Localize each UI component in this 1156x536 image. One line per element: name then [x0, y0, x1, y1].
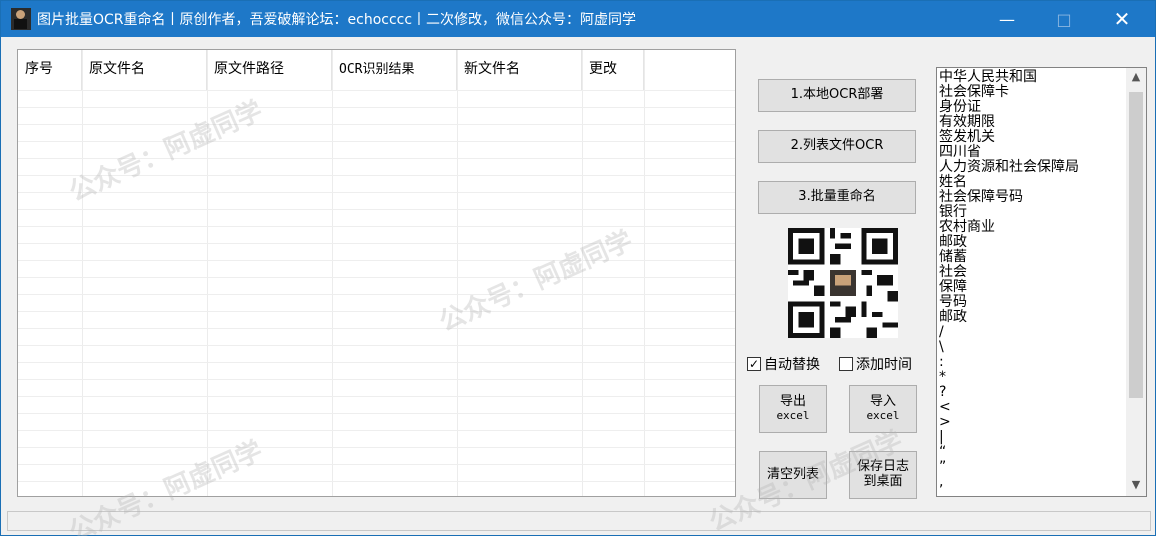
keyword-line: 人力资源和社会保障局	[939, 159, 1079, 175]
keyword-line: 保障	[939, 279, 967, 295]
scrollbar-thumb[interactable]	[1129, 92, 1143, 398]
column-new-name[interactable]: 新文件名	[457, 50, 582, 90]
grid-row-line	[18, 209, 735, 210]
keyword-line: |	[939, 429, 944, 445]
column-original-path[interactable]: 原文件路径	[207, 50, 332, 90]
app-avatar-icon	[11, 8, 31, 30]
title-bar: 图片批量OCR重命名丨原创作者，吾爱破解论坛：echocccc丨二次修改，微信公…	[1, 1, 1155, 37]
keyword-line: *	[939, 369, 946, 385]
grid-row-line	[18, 362, 735, 363]
keyword-line: :	[939, 354, 944, 370]
column-changed[interactable]: 更改	[582, 50, 644, 90]
keywords-textarea[interactable]: 中华人民共和国 社会保障卡 身份证 有效期限 签发机关 四川省 人力资源和社会保障局 姓名 社会…	[936, 67, 1147, 497]
auto-replace-checkbox[interactable]: ✓ 自动替换	[747, 354, 820, 374]
qr-code	[788, 228, 898, 338]
column-ocr-result[interactable]: OCR识别结果	[332, 50, 457, 90]
status-bar	[7, 511, 1151, 531]
grid-row-line	[18, 294, 735, 295]
keyword-line: ”	[939, 459, 947, 475]
keyword-line: “	[939, 444, 947, 460]
keyword-line: /	[939, 324, 944, 340]
keywords-content: 中华人民共和国 社会保障卡 身份证 有效期限 签发机关 四川省 人力资源和社会保障局 姓名 社会…	[939, 70, 1127, 490]
column-original-name[interactable]: 原文件名	[82, 50, 207, 90]
clear-list-button[interactable]: 清空列表	[759, 451, 827, 499]
grid-row-line	[18, 345, 735, 346]
import-label: 导入	[869, 394, 896, 410]
keyword-line: 号码	[939, 294, 967, 310]
keyword-line: <	[939, 399, 951, 415]
grid-row-line	[18, 379, 735, 380]
keyword-line: ,	[939, 474, 944, 490]
list-file-ocr-button[interactable]: 2.列表文件OCR	[758, 130, 916, 163]
add-time-label: 添加时间	[856, 357, 912, 373]
keyword-line: 有效期限	[939, 114, 995, 130]
import-sub-label: excel	[866, 409, 900, 423]
export-excel-button[interactable]: 导出 excel	[759, 385, 827, 433]
grid-row-line	[18, 464, 735, 465]
keyword-line: 银行	[939, 204, 967, 220]
grid-row-line	[18, 192, 735, 193]
app-window: 图片批量OCR重命名丨原创作者，吾爱破解论坛：echocccc丨二次修改，微信公…	[0, 0, 1156, 536]
keyword-line: 四川省	[939, 144, 981, 160]
grid-row-line	[18, 90, 735, 91]
grid-row-line	[18, 124, 735, 125]
keyword-line: 社会保障号码	[939, 189, 1023, 205]
minimize-button[interactable]: —	[984, 1, 1030, 37]
grid-row-line	[18, 481, 735, 482]
grid-row-line	[18, 447, 735, 448]
maximize-button[interactable]: □	[1041, 1, 1087, 37]
grid-row-line	[18, 107, 735, 108]
add-time-checkbox[interactable]: 添加时间	[839, 354, 912, 374]
keywords-scrollbar[interactable]: ▲ ▼	[1126, 68, 1146, 496]
keyword-line: 农村商业	[939, 219, 995, 235]
keyword-line: 邮政	[939, 309, 967, 325]
file-list-table[interactable]: 序号 原文件名 原文件路径 OCR识别结果 新文件名 更改	[17, 49, 736, 497]
scroll-down-icon[interactable]: ▼	[1126, 478, 1146, 496]
scroll-up-icon[interactable]: ▲	[1126, 70, 1146, 88]
keyword-line: 中华人民共和国	[939, 69, 1037, 85]
grid-row-line	[18, 260, 735, 261]
checkbox-checked-icon[interactable]: ✓	[747, 357, 761, 371]
grid-row-line	[18, 311, 735, 312]
export-label: 导出	[779, 394, 806, 410]
batch-rename-button[interactable]: 3.批量重命名	[758, 181, 916, 214]
grid-row-line	[18, 226, 735, 227]
keyword-line: \	[939, 339, 944, 355]
keyword-line: 社会保障卡	[939, 84, 1009, 100]
keyword-line: 邮政	[939, 234, 967, 250]
table-header: 序号 原文件名 原文件路径 OCR识别结果 新文件名 更改	[18, 50, 735, 90]
grid-row-line	[18, 430, 735, 431]
save-log-to-desktop-button[interactable]: 保存日志 到桌面	[849, 451, 917, 499]
keyword-line: 储蓄	[939, 249, 967, 265]
grid-row-line	[18, 413, 735, 414]
auto-replace-label: 自动替换	[764, 357, 820, 373]
checkbox-unchecked-icon[interactable]	[839, 357, 853, 371]
export-sub-label: excel	[776, 409, 810, 423]
keyword-line: ?	[939, 384, 947, 400]
import-excel-button[interactable]: 导入 excel	[849, 385, 917, 433]
local-ocr-deploy-button[interactable]: 1.本地OCR部署	[758, 79, 916, 112]
keyword-line: >	[939, 414, 951, 430]
grid-row-line	[18, 175, 735, 176]
grid-row-line	[18, 328, 735, 329]
grid-row-line	[18, 396, 735, 397]
grid-row-line	[18, 141, 735, 142]
grid-row-line	[18, 277, 735, 278]
keyword-line: 姓名	[939, 174, 967, 190]
save-log-line2: 到桌面	[863, 474, 903, 489]
close-button[interactable]: ✕	[1099, 1, 1145, 37]
keyword-line: 签发机关	[939, 129, 995, 145]
keyword-line: 身份证	[939, 99, 981, 115]
window-title: 图片批量OCR重命名丨原创作者，吾爱破解论坛：echocccc丨二次修改，微信公…	[37, 12, 637, 28]
column-index[interactable]: 序号	[18, 50, 82, 90]
keyword-line: 社会	[939, 264, 967, 280]
grid-row-line	[18, 158, 735, 159]
grid-row-line	[18, 243, 735, 244]
save-log-line1: 保存日志	[856, 459, 909, 475]
